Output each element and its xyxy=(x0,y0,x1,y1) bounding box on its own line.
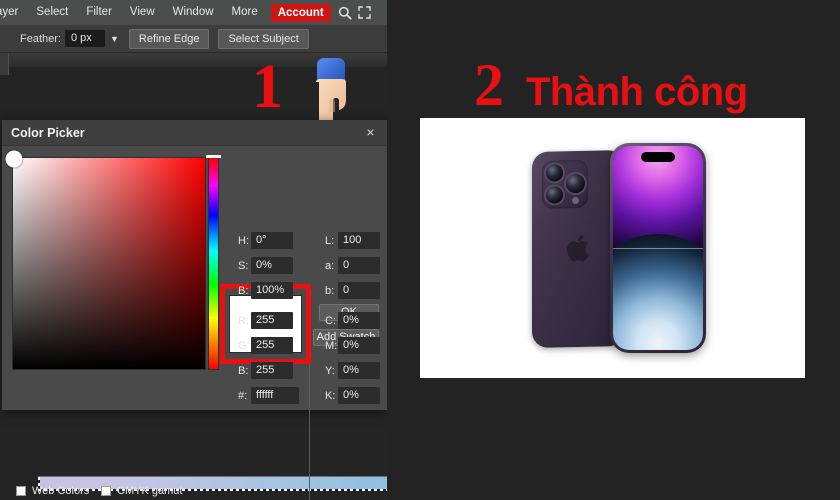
menu-item-filter[interactable]: Filter xyxy=(77,0,121,25)
color-picker-title: Color Picker xyxy=(11,125,85,140)
iphone-screen-wallpaper xyxy=(613,146,703,350)
lab-a-label: a: xyxy=(325,259,335,272)
result-image-canvas xyxy=(420,118,805,378)
black-input[interactable]: 0% xyxy=(338,387,380,404)
wallpaper-seam xyxy=(613,248,703,249)
black-label: K: xyxy=(325,389,336,402)
magenta-label: M: xyxy=(325,339,338,352)
menu-item-view[interactable]: View xyxy=(121,0,164,25)
cyan-label: C: xyxy=(325,314,336,327)
green-input[interactable]: 255 xyxy=(251,337,293,354)
menu-item-select[interactable]: Select xyxy=(27,0,77,25)
menu-item-more[interactable]: More xyxy=(223,0,267,25)
iphone-front-deep-purple xyxy=(610,143,706,353)
image-editor-pane: ayer Select Filter View Window More Acco… xyxy=(0,0,387,500)
field-row-cyan: C: 0% xyxy=(325,312,380,329)
blue-label: B: xyxy=(238,364,249,377)
menu-bar: ayer Select Filter View Window More Acco… xyxy=(0,0,387,25)
field-row-yellow: Y: 0% xyxy=(325,362,380,379)
camera-lens-wide xyxy=(566,173,585,194)
camera-flash xyxy=(572,196,579,205)
account-button[interactable]: Account xyxy=(270,3,331,22)
red-input[interactable]: 255 xyxy=(251,312,293,329)
hex-label: #: xyxy=(238,389,248,402)
camera-lens-telephoto xyxy=(546,186,563,204)
field-row-blue: B: 255 xyxy=(238,362,293,379)
color-picker-body: OK Add Swatch H: 0° S: 0% B: 100% R: xyxy=(2,146,387,500)
lab-b-label: b: xyxy=(325,284,335,297)
hue-label: H: xyxy=(238,234,249,247)
color-picker-titlebar[interactable]: Color Picker × xyxy=(2,120,387,146)
blue-input[interactable]: 255 xyxy=(251,362,293,379)
iphone-product-image xyxy=(532,143,706,353)
field-row-magenta: M: 0% xyxy=(325,337,380,354)
hex-input[interactable]: ffffff xyxy=(251,387,299,404)
hue-input[interactable]: 0° xyxy=(251,232,293,249)
field-row-brightness: B: 100% xyxy=(238,282,293,299)
yellow-label: Y: xyxy=(325,364,335,377)
saturation-brightness-square[interactable] xyxy=(5,150,206,370)
saturation-label: S: xyxy=(238,259,249,272)
yellow-input[interactable]: 0% xyxy=(338,362,380,379)
close-icon[interactable]: × xyxy=(362,124,379,141)
select-subject-button[interactable]: Select Subject xyxy=(218,28,309,49)
field-row-hex: #: ffffff xyxy=(238,387,299,404)
field-row-lightness: L: 100 xyxy=(325,232,380,249)
web-colors-checkbox[interactable] xyxy=(16,486,26,496)
lab-b-input[interactable]: 0 xyxy=(338,282,380,299)
red-label: R: xyxy=(238,314,249,327)
cmyk-gamut-label: CMYK gamut xyxy=(117,485,183,497)
canvas-left-tab xyxy=(0,53,9,75)
web-colors-checkbox-row[interactable]: Web Colors xyxy=(16,485,89,497)
search-icon[interactable] xyxy=(335,0,355,25)
refine-edge-button[interactable]: Refine Edge xyxy=(128,28,210,49)
cmyk-gamut-checkbox[interactable] xyxy=(101,486,111,496)
sv-selector-handle[interactable] xyxy=(5,150,23,168)
menu-item-window[interactable]: Window xyxy=(164,0,223,25)
camera-lens-ultrawide xyxy=(546,164,563,182)
camera-module xyxy=(542,159,588,209)
feather-label: Feather: xyxy=(20,32,61,45)
lightness-input[interactable]: 100 xyxy=(338,232,380,249)
step-2-number: 2 xyxy=(474,52,504,118)
green-label: G: xyxy=(238,339,250,352)
fullscreen-icon[interactable] xyxy=(355,0,375,25)
saturation-input[interactable]: 0% xyxy=(251,257,293,274)
field-row-hue: H: 0° xyxy=(238,232,293,249)
step-2-label: Thành công xyxy=(526,70,748,114)
dynamic-island xyxy=(641,152,675,162)
chevron-down-icon[interactable]: ▼ xyxy=(110,34,119,44)
brightness-label: B: xyxy=(238,284,249,297)
hue-slider-handle[interactable] xyxy=(206,155,221,158)
menu-item-layer[interactable]: ayer xyxy=(0,0,27,25)
web-colors-label: Web Colors xyxy=(32,485,90,497)
lightness-label: L: xyxy=(325,234,335,247)
field-row-saturation: S: 0% xyxy=(238,257,293,274)
magenta-input[interactable]: 0% xyxy=(338,337,380,354)
lab-a-input[interactable]: 0 xyxy=(338,257,380,274)
field-row-lab-b: b: 0 xyxy=(325,282,380,299)
step-2-header: 2 Thành công xyxy=(474,55,748,115)
selection-marching-ants xyxy=(38,489,387,491)
hue-slider[interactable] xyxy=(208,157,219,370)
result-pane: 2 Thành công xyxy=(387,0,840,500)
field-group-divider xyxy=(309,287,310,500)
field-row-red: R: 255 xyxy=(238,312,293,329)
field-row-black: K: 0% xyxy=(325,387,380,404)
brightness-input[interactable]: 100% xyxy=(251,282,293,299)
feather-input[interactable]: 0 px xyxy=(64,30,105,47)
field-row-lab-a: a: 0 xyxy=(325,257,380,274)
step-1-number: 1 xyxy=(252,53,283,121)
apple-logo-icon xyxy=(565,233,591,264)
color-picker-dialog: Color Picker × OK Add Swatch H: 0° xyxy=(2,120,387,500)
cmyk-gamut-checkbox-row[interactable]: CMYK gamut xyxy=(101,485,182,497)
tool-options-bar: Feather: 0 px ▼ Refine Edge Select Subje… xyxy=(0,25,387,53)
field-row-green: G: 255 xyxy=(238,337,293,354)
cyan-input[interactable]: 0% xyxy=(338,312,380,329)
wallpaper-blue-orb xyxy=(613,234,703,350)
screenshot-root: ayer Select Filter View Window More Acco… xyxy=(0,0,840,500)
